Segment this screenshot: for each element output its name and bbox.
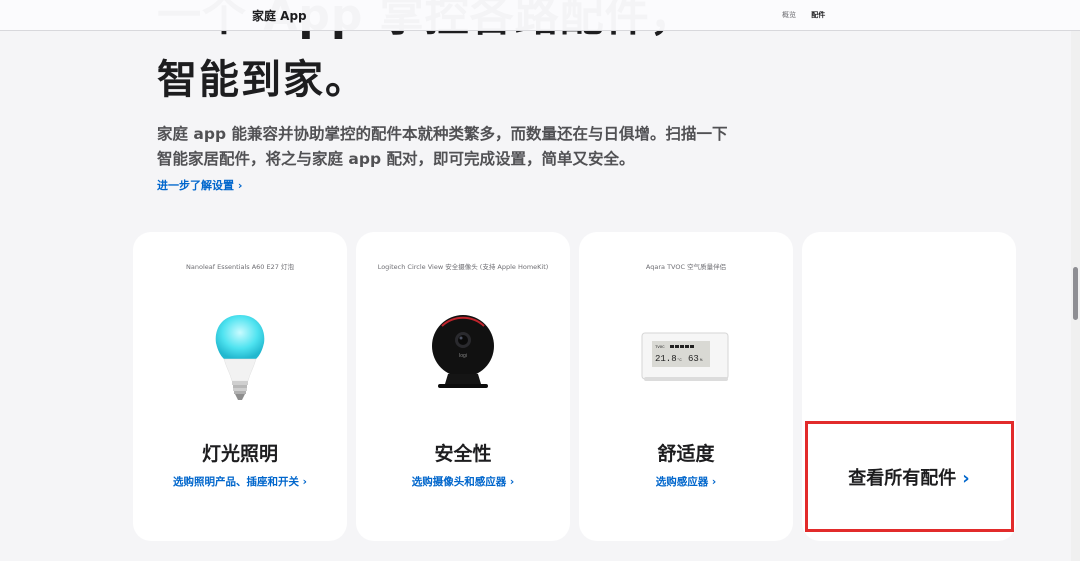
camera-brand-text: logi [459, 353, 467, 359]
shop-cameras-sensors-link[interactable]: 选购摄像头和感应器 › [356, 474, 570, 489]
global-nav: 家庭 App 概览 配件 [0, 0, 1080, 31]
product-caption: Logitech Circle View 安全摄像头 (支持 Apple Hom… [377, 263, 549, 271]
security-camera-icon: logi [356, 302, 570, 412]
nav-link-overview[interactable]: 概览 [782, 11, 796, 19]
card-title: 安全性 [434, 443, 492, 465]
product-caption: Aqara TVOC 空气质量伴侣 [645, 263, 727, 271]
lighting-card: Nanoleaf Essentials A60 E27 灯泡 灯光照明 选购照明… [133, 232, 347, 541]
scrollbar[interactable] [1071, 0, 1080, 561]
intro-paragraph: 家庭 app 能兼容并协助掌控的配件本就种类繁多，而数量还在与日俱增。扫描一下智… [157, 125, 728, 168]
card-title: 舒适度 [657, 443, 715, 465]
product-caption: Nanoleaf Essentials A60 E27 灯泡 [186, 263, 294, 271]
learn-more-link[interactable]: 进一步了解设置 › [157, 177, 242, 193]
humidity-readout: 63 [688, 354, 699, 364]
nav-title[interactable]: 家庭 App [252, 7, 307, 24]
air-quality-sensor-icon: TVOC 21.8 °C 63 % [579, 302, 793, 412]
comfort-card: Aqara TVOC 空气质量伴侣 TVOC 21.8 °C 63 % 舒适度 … [579, 232, 793, 541]
nav-link-accessories[interactable]: 配件 [811, 11, 825, 19]
card-title: 灯光照明 [201, 443, 278, 465]
scrollbar-thumb[interactable] [1073, 267, 1078, 320]
temperature-readout: 21.8 [655, 354, 677, 364]
shop-lighting-link[interactable]: 选购照明产品、插座和开关 › [133, 474, 347, 489]
nav-links: 概览 配件 [782, 10, 838, 20]
highlight-box [805, 421, 1014, 532]
light-bulb-icon [133, 302, 347, 412]
hero-headline-line2: 智能到家。 [157, 57, 367, 103]
sensor-label: TVOC [655, 346, 665, 350]
temperature-unit: °C [677, 358, 682, 363]
security-card: Logitech Circle View 安全摄像头 (支持 Apple Hom… [356, 232, 570, 541]
shop-sensors-link[interactable]: 选购感应器 › [579, 474, 793, 489]
